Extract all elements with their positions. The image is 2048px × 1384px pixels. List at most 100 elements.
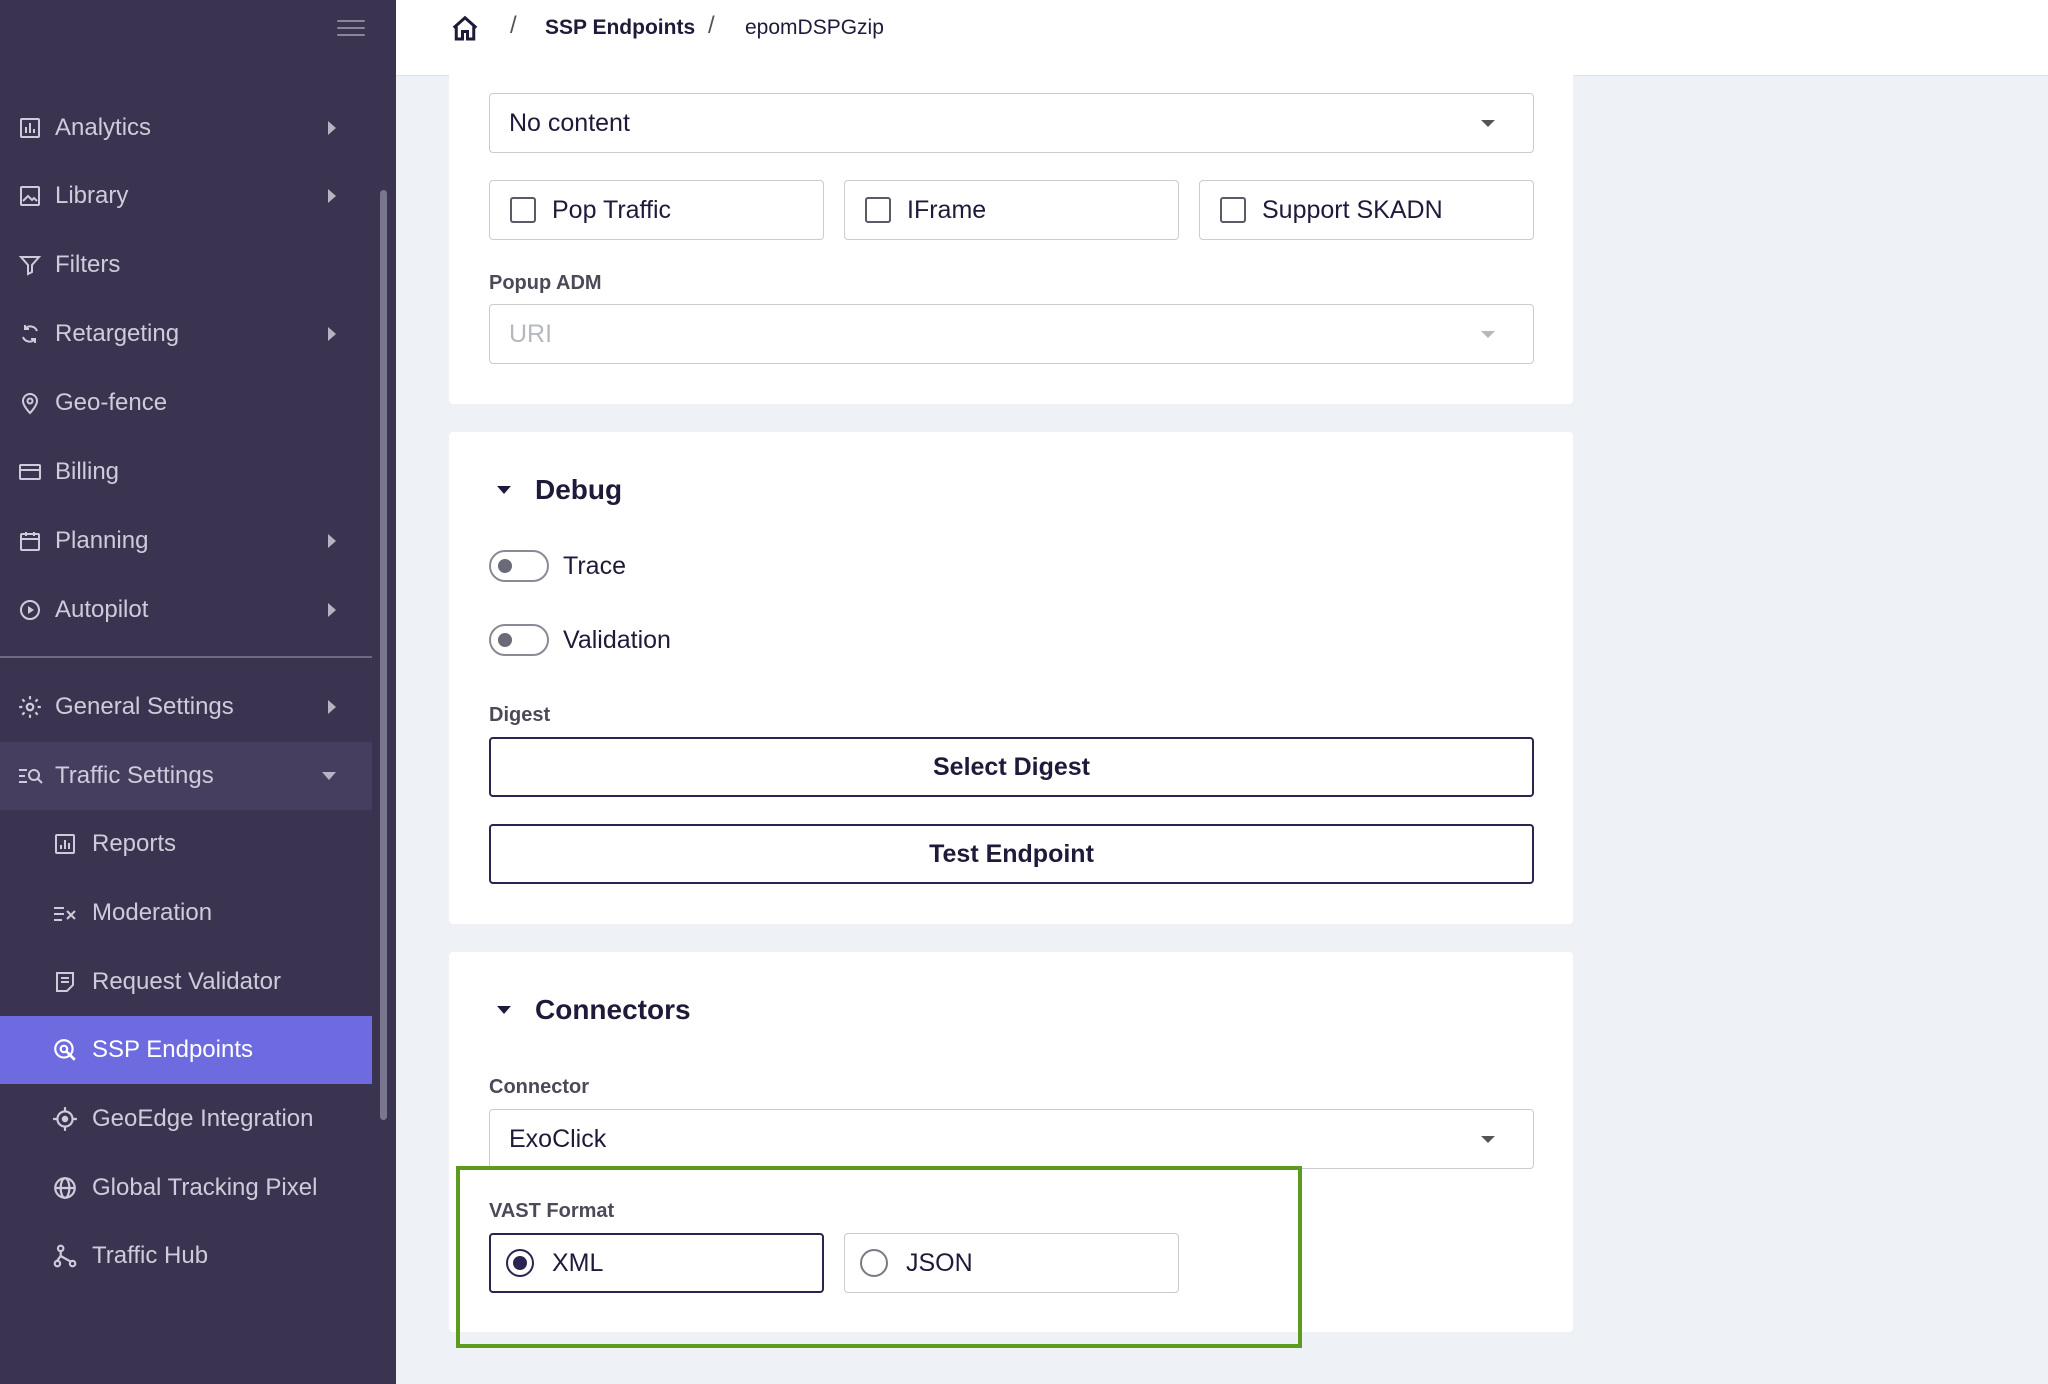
sidebar-item-label: Filters: [55, 251, 121, 278]
sidebar-item-label: Traffic Hub: [92, 1242, 209, 1269]
card-icon: [15, 457, 45, 487]
iframe-checkbox[interactable]: IFrame: [844, 180, 1179, 240]
sidebar-item-analytics[interactable]: Analytics: [0, 94, 372, 162]
sidebar-subitem-global-tracking-pixel[interactable]: Global Tracking Pixel: [0, 1154, 372, 1222]
connector-value: ExoClick: [509, 1124, 607, 1153]
sidebar-item-label: SSP Endpoints: [92, 1036, 254, 1063]
connectors-section-toggle[interactable]: Connectors: [489, 994, 691, 1026]
test-endpoint-button[interactable]: Test Endpoint: [489, 824, 1534, 884]
sidebar-item-label: Retargeting: [55, 320, 180, 347]
sidebar-item-label: General Settings: [55, 693, 234, 720]
toggle-label: Trace: [563, 551, 626, 580]
sidebar-item-label: Global Tracking Pixel: [92, 1174, 318, 1201]
checkbox-icon: [510, 197, 536, 223]
checkbox-icon: [1220, 197, 1246, 223]
caret-right-icon: [328, 603, 336, 617]
caret-right-icon: [328, 534, 336, 548]
checkbox-label: Support SKADN: [1262, 195, 1443, 224]
caret-right-icon: [328, 327, 336, 341]
hub-icon: [50, 1241, 80, 1271]
sidebar-subitem-ssp-endpoints[interactable]: SSP Endpoints: [0, 1016, 372, 1084]
image-icon: [15, 181, 45, 211]
trace-toggle[interactable]: Trace: [489, 550, 626, 582]
popup-adm-value: URI: [509, 319, 553, 348]
home-icon[interactable]: [450, 14, 480, 44]
sidebar: Analytics Library Filters Retargeting Ge…: [0, 0, 396, 1384]
no-bid-response-select[interactable]: No content: [489, 93, 1534, 153]
breadcrumb-ssp-endpoints[interactable]: SSP Endpoints: [545, 16, 695, 40]
caret-right-icon: [328, 121, 336, 135]
support-skadn-checkbox[interactable]: Support SKADN: [1199, 180, 1534, 240]
debug-card: Debug Trace Validation Digest Select Dig…: [449, 432, 1573, 924]
pop-traffic-checkbox[interactable]: Pop Traffic: [489, 180, 824, 240]
debug-section-toggle[interactable]: Debug: [489, 474, 622, 506]
breadcrumb-current: epomDSPGzip: [745, 16, 884, 39]
menu-icon[interactable]: [337, 20, 365, 44]
toggle-switch[interactable]: [489, 624, 549, 656]
endpoint-icon: [50, 1035, 80, 1065]
chart-icon: [15, 113, 45, 143]
sidebar-item-label: Request Validator: [92, 968, 281, 995]
sidebar-item-label: Geo-fence: [55, 389, 168, 416]
sidebar-item-billing[interactable]: Billing: [0, 438, 372, 506]
traffic-settings-icon: [15, 761, 45, 791]
sidebar-divider: [0, 656, 372, 658]
popup-adm-select: URI: [489, 304, 1534, 364]
collapse-icon: [497, 1006, 511, 1014]
popup-adm-label: Popup ADM: [489, 272, 602, 294]
filter-icon: [15, 250, 45, 280]
sidebar-item-general-settings[interactable]: General Settings: [0, 673, 372, 741]
sidebar-item-label: Reports: [92, 830, 177, 857]
sidebar-subitem-reports[interactable]: Reports: [0, 810, 372, 878]
sidebar-item-planning[interactable]: Planning: [0, 507, 372, 575]
calendar-icon: [15, 526, 45, 556]
sidebar-item-label: Planning: [55, 527, 149, 554]
report-icon: [50, 829, 80, 859]
sidebar-item-traffic-settings[interactable]: Traffic Settings: [0, 742, 372, 810]
target-icon: [50, 1104, 80, 1134]
validation-toggle[interactable]: Validation: [489, 624, 671, 656]
checkbox-label: Pop Traffic: [552, 195, 672, 224]
response-card: No content Pop Traffic IFrame Support SK…: [449, 60, 1573, 404]
sidebar-item-label: Billing: [55, 458, 120, 485]
chevron-down-icon: [1481, 1136, 1495, 1143]
connector-select[interactable]: ExoClick: [489, 1109, 1534, 1169]
gear-icon: [15, 692, 45, 722]
breadcrumb-separator: /: [510, 12, 517, 39]
caret-right-icon: [328, 700, 336, 714]
no-bid-response-value: No content: [509, 108, 630, 137]
toggle-label: Validation: [563, 625, 671, 654]
chevron-down-icon: [1481, 120, 1495, 127]
sidebar-subitem-traffic-hub[interactable]: Traffic Hub: [0, 1222, 372, 1290]
sidebar-item-autopilot[interactable]: Autopilot: [0, 576, 372, 644]
select-digest-button[interactable]: Select Digest: [489, 737, 1534, 797]
digest-label: Digest: [489, 704, 551, 726]
validator-icon: [50, 967, 80, 997]
section-title: Connectors: [535, 994, 691, 1025]
sidebar-subitem-geoedge-integration[interactable]: GeoEdge Integration: [0, 1085, 372, 1153]
caret-right-icon: [328, 189, 336, 203]
highlight-box: [456, 1166, 1302, 1348]
sidebar-scrollbar[interactable]: [380, 190, 387, 1120]
pin-icon: [15, 388, 45, 418]
sidebar-item-label: Moderation: [92, 899, 213, 926]
sidebar-item-label: Autopilot: [55, 596, 149, 623]
checkbox-label: IFrame: [907, 195, 987, 224]
sidebar-item-label: Analytics: [55, 114, 152, 141]
sidebar-item-label: GeoEdge Integration: [92, 1105, 314, 1132]
collapse-icon: [497, 486, 511, 494]
caret-down-icon: [322, 772, 336, 780]
toggle-switch[interactable]: [489, 550, 549, 582]
play-icon: [15, 595, 45, 625]
breadcrumb-separator: /: [708, 12, 715, 39]
sidebar-item-filters[interactable]: Filters: [0, 231, 372, 299]
sidebar-subitem-moderation[interactable]: Moderation: [0, 879, 372, 947]
sidebar-item-geo-fence[interactable]: Geo-fence: [0, 369, 372, 437]
refresh-icon: [15, 319, 45, 349]
sidebar-item-retargeting[interactable]: Retargeting: [0, 300, 372, 368]
chevron-down-icon: [1481, 331, 1495, 338]
sidebar-item-library[interactable]: Library: [0, 162, 372, 230]
sidebar-item-label: Library: [55, 182, 129, 209]
sidebar-subitem-request-validator[interactable]: Request Validator: [0, 948, 372, 1016]
globe-icon: [50, 1173, 80, 1203]
